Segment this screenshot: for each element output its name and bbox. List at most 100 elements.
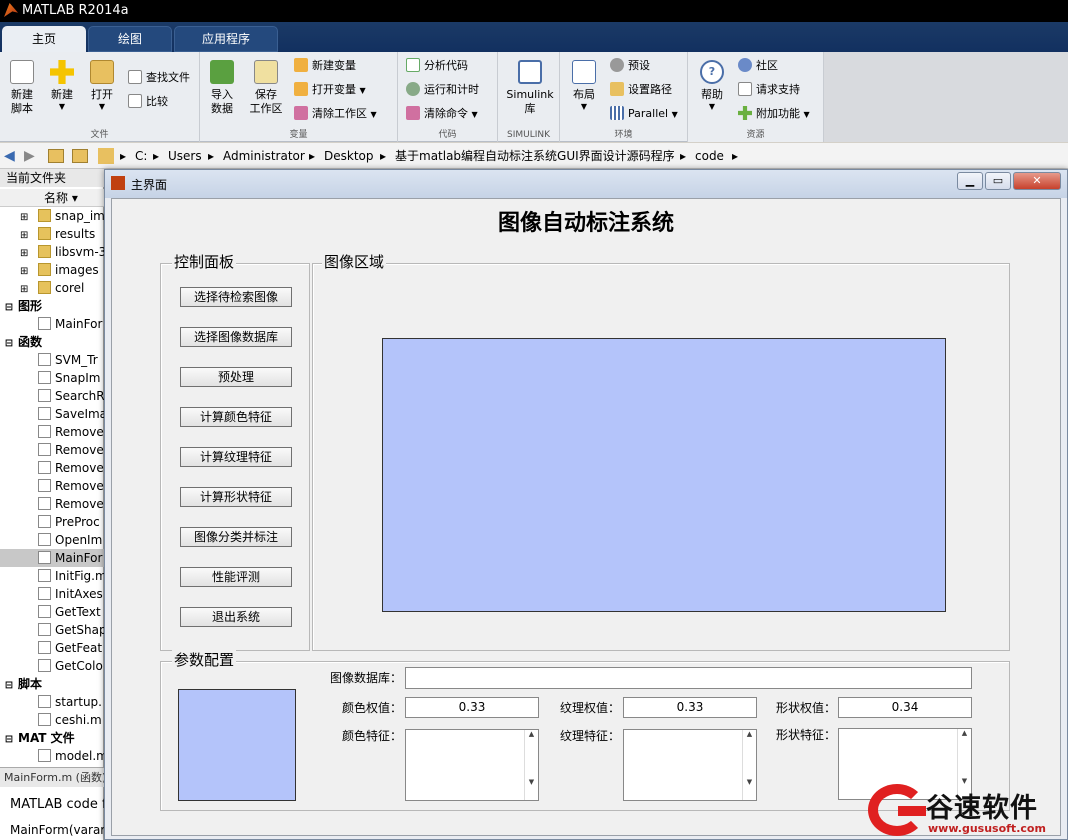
- file-item[interactable]: Remove: [0, 459, 104, 477]
- clear-workspace-button[interactable]: 清除工作区 ▼: [294, 104, 377, 124]
- folder-item[interactable]: ⊞ results: [0, 225, 104, 243]
- file-item[interactable]: Remove: [0, 495, 104, 513]
- breadcrumb-part[interactable]: 基于matlab编程自动标注系统GUI界面设计源码程序: [395, 143, 675, 169]
- file-item[interactable]: InitAxes: [0, 585, 104, 603]
- file-item[interactable]: InitFig.m: [0, 567, 104, 585]
- run-and-time-button[interactable]: 运行和计时: [406, 80, 479, 100]
- add-ons-button[interactable]: 附加功能 ▼: [738, 104, 810, 124]
- minimize-button[interactable]: ▁: [957, 172, 983, 190]
- file-category[interactable]: ⊟ MAT 文件: [0, 729, 104, 747]
- file-item[interactable]: startup.: [0, 693, 104, 711]
- figure-client-area: 图像自动标注系统 控制面板 图像区域 参数配置 图像数据库： 颜色权值： 0.3…: [111, 198, 1061, 836]
- clear-commands-button[interactable]: 清除命令 ▼: [406, 104, 478, 124]
- expand-icon[interactable]: ⊞: [0, 245, 38, 261]
- shape-feature-button[interactable]: 计算形状特征: [180, 487, 292, 507]
- texture-feature-button[interactable]: 计算纹理特征: [180, 447, 292, 467]
- tab-home[interactable]: 主页: [2, 26, 86, 52]
- expand-icon[interactable]: ⊟: [0, 677, 18, 693]
- evaluate-button[interactable]: 性能评测: [180, 567, 292, 587]
- preprocess-button[interactable]: 预处理: [180, 367, 292, 387]
- close-button[interactable]: ✕: [1013, 172, 1061, 190]
- file-item[interactable]: PreProc: [0, 513, 104, 531]
- file-item[interactable]: GetText: [0, 603, 104, 621]
- tab-plots[interactable]: 绘图: [88, 26, 172, 52]
- file-category[interactable]: ⊟ 函数: [0, 333, 104, 351]
- item-label: PreProc: [55, 515, 100, 529]
- up-folder-icon[interactable]: [48, 149, 64, 163]
- select-image-db-button[interactable]: 选择图像数据库: [180, 327, 292, 347]
- request-support-button[interactable]: 请求支持: [738, 80, 800, 100]
- new-script-button[interactable]: 新建 脚本: [2, 56, 42, 116]
- file-item[interactable]: Remove: [0, 441, 104, 459]
- folder-item[interactable]: ⊞ corel: [0, 279, 104, 297]
- expand-icon[interactable]: ⊟: [0, 731, 18, 747]
- color-feature-box[interactable]: ▲ ▼: [405, 729, 539, 801]
- exit-button[interactable]: 退出系统: [180, 607, 292, 627]
- folder-item[interactable]: ⊞ images: [0, 261, 104, 279]
- file-item[interactable]: OpenIm: [0, 531, 104, 549]
- file-category[interactable]: ⊟ 脚本: [0, 675, 104, 693]
- file-item[interactable]: model.m: [0, 747, 104, 765]
- file-item[interactable]: GetColo: [0, 657, 104, 675]
- color-weight-field[interactable]: 0.33: [405, 697, 539, 718]
- chevron-down-icon: ▼: [471, 110, 478, 119]
- expand-icon[interactable]: ⊞: [0, 209, 38, 225]
- breadcrumb-part[interactable]: Desktop: [324, 143, 374, 169]
- expand-icon[interactable]: ⊟: [0, 299, 18, 315]
- help-button[interactable]: ? 帮助 ▼: [692, 56, 732, 112]
- set-path-button[interactable]: 设置路径: [610, 80, 672, 100]
- name-column-header[interactable]: 名称 ▾: [0, 189, 104, 207]
- classify-annotate-button[interactable]: 图像分类并标注: [180, 527, 292, 547]
- folder-item[interactable]: ⊞ libsvm-3: [0, 243, 104, 261]
- save-workspace-button[interactable]: 保存 工作区: [244, 56, 288, 116]
- open-button[interactable]: 打开 ▼: [82, 56, 122, 112]
- eraser-icon: [406, 106, 420, 120]
- open-variable-button[interactable]: 打开变量 ▼: [294, 80, 366, 100]
- save-workspace-icon: [254, 60, 278, 84]
- file-item[interactable]: MainFor: [0, 549, 104, 567]
- file-category[interactable]: ⊟ 图形: [0, 297, 104, 315]
- tab-apps[interactable]: 应用程序: [174, 26, 278, 52]
- new-script-icon: [10, 60, 34, 84]
- file-item[interactable]: ceshi.m: [0, 711, 104, 729]
- back-arrow-icon[interactable]: ◀: [4, 143, 15, 169]
- import-data-button[interactable]: 导入 数据: [202, 56, 242, 116]
- breadcrumb-part[interactable]: code: [695, 143, 724, 169]
- analyze-code-button[interactable]: 分析代码: [406, 56, 468, 76]
- select-query-image-button[interactable]: 选择待检索图像: [180, 287, 292, 307]
- file-item[interactable]: GetShap: [0, 621, 104, 639]
- file-item[interactable]: MainFor: [0, 315, 104, 333]
- new-button[interactable]: 新建 ▼: [42, 56, 82, 112]
- file-item[interactable]: SVM_Tr: [0, 351, 104, 369]
- file-item[interactable]: SaveIma: [0, 405, 104, 423]
- expand-icon[interactable]: ⊞: [0, 281, 38, 297]
- file-item[interactable]: Remove: [0, 477, 104, 495]
- expand-icon[interactable]: ⊞: [0, 227, 38, 243]
- forward-arrow-icon[interactable]: ▶: [24, 143, 35, 169]
- browse-folder-icon[interactable]: [72, 149, 88, 163]
- compare-button[interactable]: 比较: [128, 92, 168, 112]
- breadcrumb-part[interactable]: Users: [168, 143, 202, 169]
- shape-weight-field[interactable]: 0.34: [838, 697, 972, 718]
- maximize-button[interactable]: ▭: [985, 172, 1011, 190]
- simulink-library-button[interactable]: Simulink 库: [504, 56, 556, 116]
- find-files-button[interactable]: 查找文件: [128, 68, 190, 88]
- expand-icon[interactable]: ⊞: [0, 263, 38, 279]
- breadcrumb-part[interactable]: C:: [135, 143, 147, 169]
- community-button[interactable]: 社区: [738, 56, 778, 76]
- file-item[interactable]: Remove: [0, 423, 104, 441]
- expand-icon[interactable]: ⊟: [0, 335, 18, 351]
- breadcrumb-part[interactable]: Administrator: [223, 143, 305, 169]
- database-path-field[interactable]: [405, 667, 972, 689]
- m-file-icon: [38, 515, 51, 528]
- color-feature-button[interactable]: 计算颜色特征: [180, 407, 292, 427]
- m-file-icon: [38, 371, 51, 384]
- file-item[interactable]: SnapIm: [0, 369, 104, 387]
- new-variable-button[interactable]: 新建变量: [294, 56, 356, 76]
- folder-item[interactable]: ⊞ snap_im: [0, 207, 104, 225]
- parallel-button[interactable]: Parallel ▼: [610, 104, 678, 124]
- file-item[interactable]: SearchR: [0, 387, 104, 405]
- preferences-button[interactable]: 预设: [610, 56, 650, 76]
- layout-button[interactable]: 布局 ▼: [564, 56, 604, 112]
- file-item[interactable]: GetFeat: [0, 639, 104, 657]
